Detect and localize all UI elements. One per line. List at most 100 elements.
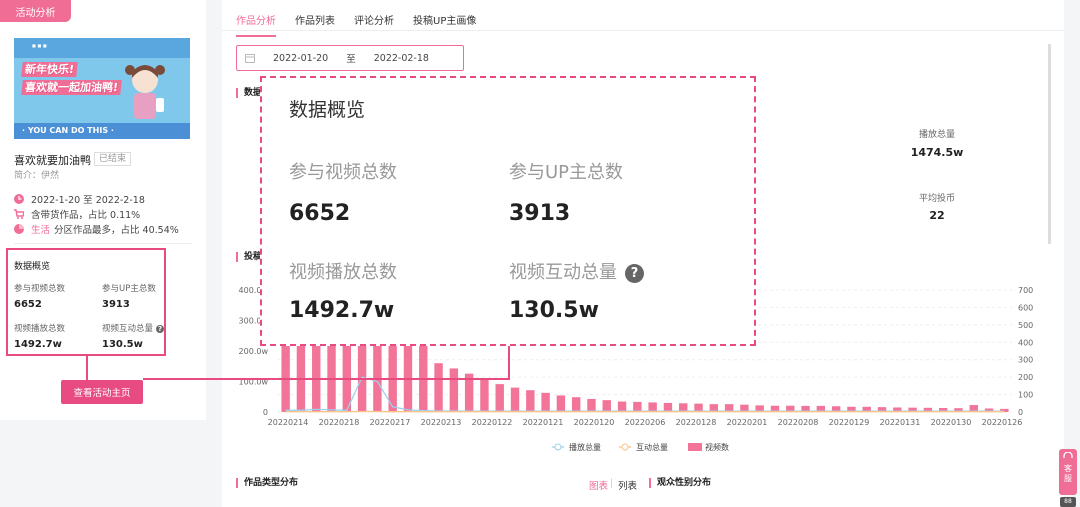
bar <box>526 390 535 412</box>
help-icon[interactable]: ? <box>156 325 165 333</box>
activity-banner[interactable]: ■ ■ ■ 新年快乐! 喜欢就一起加油鸭! · YOU CAN DO THIS … <box>14 38 190 139</box>
mini-widget[interactable]: 88 <box>1060 497 1076 507</box>
callout-ups-label: 参与UP主总数 <box>509 162 624 183</box>
legend-label: 互动总量 <box>636 442 668 452</box>
x-tick-label: 20220214 <box>268 418 309 427</box>
ups-label: 参与UP主总数 <box>102 284 156 294</box>
x-tick-label: 20220128 <box>676 418 717 427</box>
connector-line <box>86 356 88 382</box>
cart-icon <box>14 209 24 219</box>
headset-icon <box>1063 451 1073 458</box>
left-tick-label: 0 <box>263 408 268 417</box>
divider <box>14 243 192 244</box>
bar <box>480 378 489 412</box>
callout-plays-value: 1492.7w <box>289 298 395 323</box>
zone-text: 分区作品最多，占比 40.54% <box>54 225 179 236</box>
tab-works-list[interactable]: 作品列表 <box>295 12 335 37</box>
x-tick-label: 20220217 <box>370 418 411 427</box>
banner-line-1: 新年快乐! <box>21 62 78 77</box>
overview-title: 数据概览 <box>14 262 51 272</box>
x-tick-label: 20220218 <box>319 418 360 427</box>
x-tick-label: 20220122 <box>472 418 513 427</box>
legend-label: 视频数 <box>705 442 729 452</box>
x-tick-label: 20220126 <box>982 418 1023 427</box>
right-axis: 700 600 500 400 300 200 100 0 <box>1018 286 1033 417</box>
bar <box>434 363 443 412</box>
tab-up-profile[interactable]: 投稿UP主画像 <box>413 12 476 37</box>
activity-analysis-tag[interactable]: 活动分析 <box>0 0 71 22</box>
x-axis: 20220214 20220218 20220217 20220213 20220122… <box>268 418 1023 427</box>
chart-legend[interactable]: 播放总量 互动总量 视频数 <box>552 442 729 452</box>
interact-label: 视频互动总量 <box>102 324 154 334</box>
x-tick-label: 20220208 <box>778 418 819 427</box>
videos-value: 6652 <box>14 299 42 310</box>
x-tick-label: 20220201 <box>727 418 768 427</box>
connector-line-v <box>508 346 510 380</box>
right-tick-label: 0 <box>1018 408 1023 417</box>
date-start[interactable]: 2022-01-20 <box>273 53 328 64</box>
right-tick-label: 700 <box>1018 286 1033 295</box>
banner-logo-icon: ■ ■ ■ <box>32 43 47 48</box>
videos-label: 参与视频总数 <box>14 284 66 294</box>
stat-coin-label: 平均投币 <box>918 194 955 204</box>
callout-interact-label: 视频互动总量 <box>509 262 617 283</box>
x-tick-label: 20220131 <box>880 418 921 427</box>
x-tick-label: 20220130 <box>931 418 972 427</box>
tab-works-analysis[interactable]: 作品分析 <box>236 12 276 37</box>
view-separator: | <box>610 478 614 489</box>
activity-brief: 简介：伊然 <box>14 171 60 181</box>
connector-line-h <box>143 378 509 380</box>
zone-highlight[interactable]: 生活 <box>31 222 50 236</box>
girl-illustration-icon <box>125 65 165 119</box>
tabs-divider <box>222 30 1064 31</box>
bar <box>602 400 611 412</box>
callout-interact-label-wrap: 视频互动总量? <box>509 258 644 284</box>
stat-play-label: 播放总量 <box>918 130 955 140</box>
right-tick-label: 100 <box>1018 391 1033 400</box>
plays-label: 视频播放总数 <box>14 324 66 334</box>
plays-value: 1492.7w <box>14 339 62 350</box>
callout-title: 数据概览 <box>289 99 366 121</box>
callout-help-icon[interactable]: ? <box>625 263 644 283</box>
right-tick-label: 200 <box>1018 373 1033 382</box>
activity-dates: 2022-1-20 至 2022-2-18 <box>31 195 145 206</box>
view-chart-toggle[interactable]: 图表 <box>589 478 608 492</box>
right-tick-label: 500 <box>1018 321 1033 330</box>
x-tick-label: 20220213 <box>421 418 462 427</box>
zoom-callout: 数据概览 参与视频总数 参与UP主总数 6652 3913 视频播放总数 视频互… <box>260 76 756 346</box>
activity-title: 喜欢就要加油鸭 <box>14 154 91 167</box>
callout-videos-value: 6652 <box>289 201 351 226</box>
right-tick-label: 600 <box>1018 303 1033 312</box>
callout-ups-value: 3913 <box>509 201 571 226</box>
legend-marker-icon <box>554 443 562 451</box>
section-trend-title: 投稿 <box>236 252 262 262</box>
customer-service-button[interactable]: 客服 <box>1059 449 1077 495</box>
view-activity-home-button[interactable]: 查看活动主页 <box>61 380 143 404</box>
bar <box>510 387 520 412</box>
ups-value: 3913 <box>102 299 130 310</box>
scrollbar[interactable] <box>1048 44 1051 244</box>
legend-marker-icon <box>621 443 629 451</box>
tab-comment-analysis[interactable]: 评论分析 <box>354 12 394 37</box>
legend-bar-icon <box>688 443 702 451</box>
callout-interact-value: 130.5w <box>509 298 599 323</box>
view-list-toggle[interactable]: 列表 <box>618 478 637 492</box>
section-data-title: 数据 <box>236 88 262 98</box>
tab-bar: 作品分析 作品列表 评论分析 投稿UP主画像 <box>236 12 476 37</box>
bar <box>556 395 566 412</box>
date-end[interactable]: 2022-02-18 <box>374 53 429 64</box>
callout-videos-label: 参与视频总数 <box>289 162 397 183</box>
date-row: 2022-1-20 至 2022-2-18 <box>14 192 145 206</box>
x-tick-label: 20220121 <box>523 418 564 427</box>
interact-value: 130.5w <box>102 339 143 350</box>
zone-row: 生活 分区作品最多，占比 40.54% <box>14 222 179 236</box>
left-tick-label: 200.0w <box>239 347 269 356</box>
right-tick-label: 400 <box>1018 338 1033 347</box>
date-range-picker[interactable]: 2022-01-20 至 2022-02-18 <box>236 45 464 71</box>
bar <box>587 398 596 412</box>
cargo-row: 含带货作品，占比 0.11% <box>14 207 140 221</box>
data-overview-box: 数据概览 参与视频总数 参与UP主总数 6652 3913 视频播放总数 视频互… <box>6 248 166 356</box>
x-tick-label: 20220129 <box>829 418 870 427</box>
customer-service-label: 客服 <box>1064 464 1072 483</box>
date-separator: 至 <box>346 54 356 65</box>
